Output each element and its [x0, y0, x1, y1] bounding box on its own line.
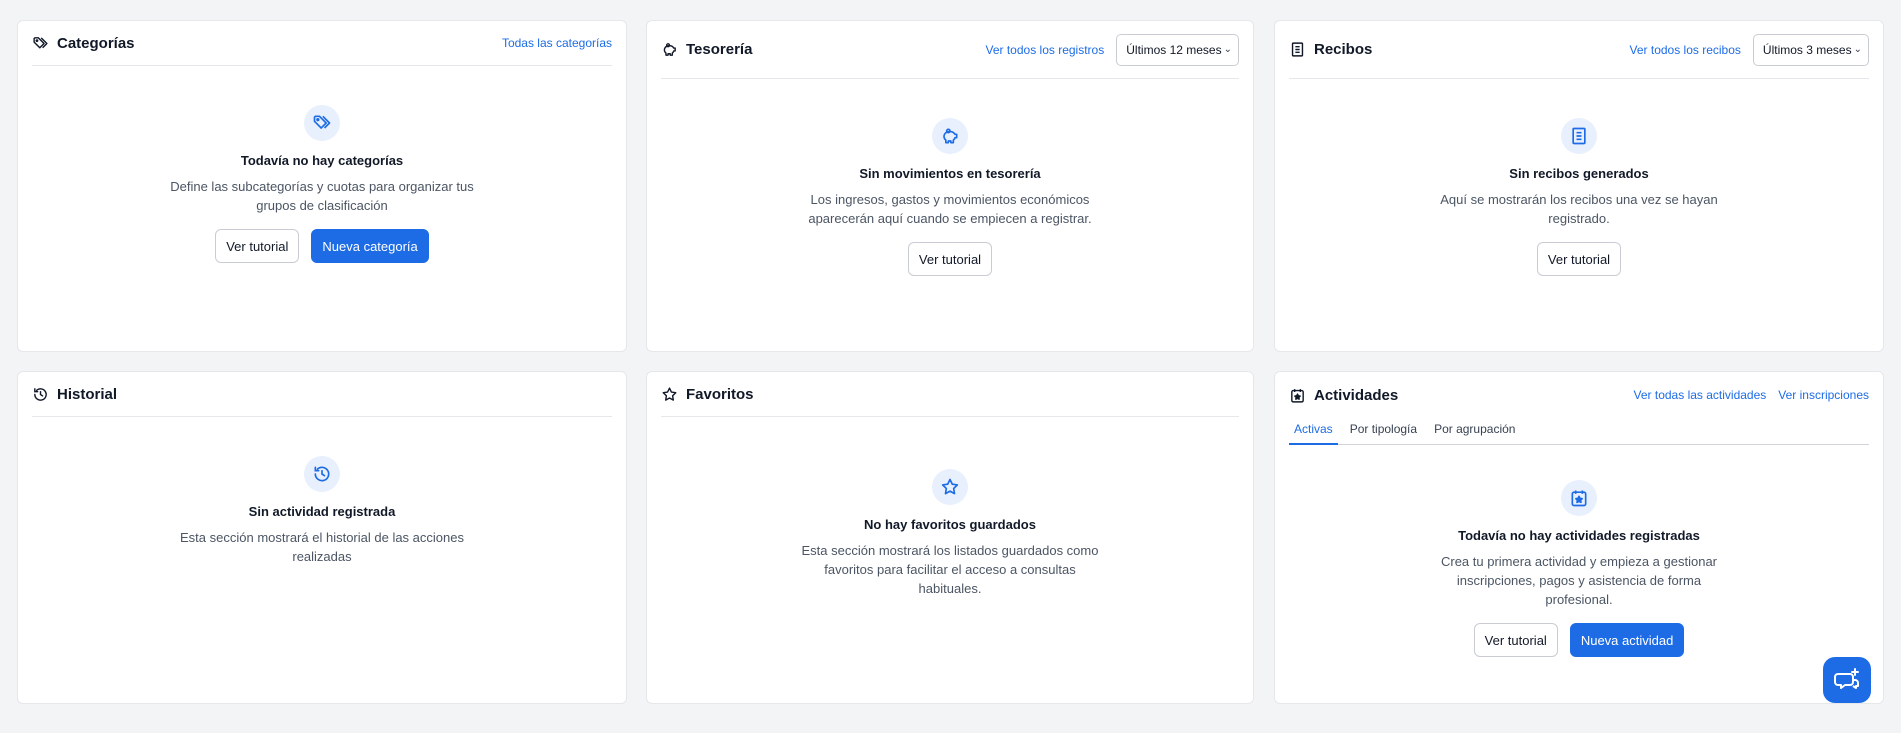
period-select[interactable]: Últimos 3 meses ⌄	[1752, 33, 1869, 66]
all-categories-link[interactable]: Todas las categorías	[502, 36, 612, 50]
history-icon	[34, 387, 47, 401]
empty-description: Los ingresos, gastos y movimientos econó…	[808, 192, 1092, 226]
empty-description: Crea tu primera actividad y empieza a ge…	[1440, 554, 1718, 607]
piggy-bank-icon	[663, 43, 676, 56]
empty-title: Sin recibos generados	[1509, 166, 1649, 181]
chevron-down-icon: ⌄	[1223, 44, 1232, 55]
empty-title: Sin actividad registrada	[248, 504, 396, 519]
receipt-icon	[1291, 42, 1304, 57]
favoritos-card: Favoritos No hay favoritos guardados Est…	[646, 371, 1254, 704]
actividades-header: Actividades Ver todas las actividades Ve…	[1289, 372, 1869, 418]
all-records-link[interactable]: Ver todos los registros	[986, 43, 1105, 57]
card-title: Recibos	[1314, 41, 1373, 58]
new-activity-button[interactable]: Nueva actividad	[1569, 623, 1685, 657]
calendar-star-icon	[1291, 388, 1304, 403]
empty-state: Todavía no hay categorías Define las sub…	[18, 105, 626, 263]
tutorial-button[interactable]: Ver tutorial	[1473, 623, 1558, 657]
favoritos-header: Favoritos	[661, 372, 1239, 417]
tags-icon	[33, 36, 48, 48]
empty-description: Define las subcategorías y cuotas para o…	[170, 179, 474, 213]
all-activities-link[interactable]: Ver todas las actividades	[1634, 388, 1767, 402]
actividades-card: Actividades Ver todas las actividades Ve…	[1274, 371, 1884, 704]
historial-card: Historial Sin actividad registrada Esta …	[17, 371, 627, 704]
tutorial-button[interactable]: Ver tutorial	[215, 229, 300, 263]
categorias-card: Categorías Todas las categorías Todavía …	[17, 20, 627, 352]
period-select[interactable]: Últimos 12 meses ⌄	[1116, 33, 1239, 66]
chat-support-button[interactable]	[1823, 657, 1871, 703]
tags-icon	[313, 115, 331, 129]
empty-state: Todavía no hay actividades registradas C…	[1275, 480, 1883, 657]
empty-state: Sin recibos generados Aquí se mostrarán …	[1275, 118, 1883, 276]
historial-header: Historial	[32, 372, 612, 417]
empty-title: No hay favoritos guardados	[864, 517, 1036, 532]
card-title: Actividades	[1314, 386, 1399, 404]
categorias-header: Categorías Todas las categorías	[32, 21, 612, 66]
empty-description: Aquí se mostrarán los recibos una vez se…	[1440, 192, 1718, 226]
empty-title: Todavía no hay categorías	[240, 153, 404, 168]
tesoreria-card: Tesorería Ver todos los registros Último…	[646, 20, 1254, 352]
chevron-down-icon: ⌄	[1853, 44, 1862, 55]
calendar-star-icon	[1571, 490, 1587, 507]
star-icon	[941, 478, 959, 495]
empty-title: Todavía no hay actividades registradas	[1458, 528, 1700, 543]
card-title: Categorías	[57, 34, 135, 52]
tutorial-button[interactable]: Ver tutorial	[1536, 242, 1622, 276]
empty-state: Sin movimientos en tesorería Los ingreso…	[647, 118, 1253, 276]
card-title: Favoritos	[686, 385, 754, 403]
tab-por-tipologia[interactable]: Por tipología	[1345, 418, 1422, 445]
receipt-icon	[1572, 127, 1586, 145]
recibos-header: Recibos Ver todos los recibos Últimos 3 …	[1289, 21, 1869, 79]
activities-tabs: Activas Por tipología Por agrupación	[1289, 418, 1869, 445]
tesoreria-header: Tesorería Ver todos los registros Último…	[661, 21, 1239, 79]
recibos-card: Recibos Ver todos los recibos Últimos 3 …	[1274, 20, 1884, 352]
card-title: Tesorería	[686, 41, 753, 58]
chat-support-icon	[1834, 668, 1859, 689]
tab-por-agrupacion[interactable]: Por agrupación	[1429, 418, 1520, 445]
star-icon	[662, 386, 677, 401]
all-receipts-link[interactable]: Ver todos los recibos	[1630, 43, 1741, 57]
empty-title: Sin movimientos en tesorería	[859, 166, 1041, 181]
empty-description: Esta sección mostrará el historial de la…	[180, 530, 464, 564]
card-title: Historial	[57, 385, 118, 403]
piggy-bank-icon	[943, 128, 958, 144]
tab-activas[interactable]: Activas	[1289, 418, 1338, 445]
empty-state: Sin actividad registrada Esta sección mo…	[18, 456, 626, 566]
empty-description: Esta sección mostrará los listados guard…	[801, 543, 1099, 596]
tutorial-button[interactable]: Ver tutorial	[907, 242, 993, 276]
inscriptions-link[interactable]: Ver inscripciones	[1778, 388, 1869, 402]
empty-state: No hay favoritos guardados Esta sección …	[647, 469, 1253, 598]
new-category-button[interactable]: Nueva categoría	[311, 229, 429, 263]
history-icon	[314, 466, 330, 482]
